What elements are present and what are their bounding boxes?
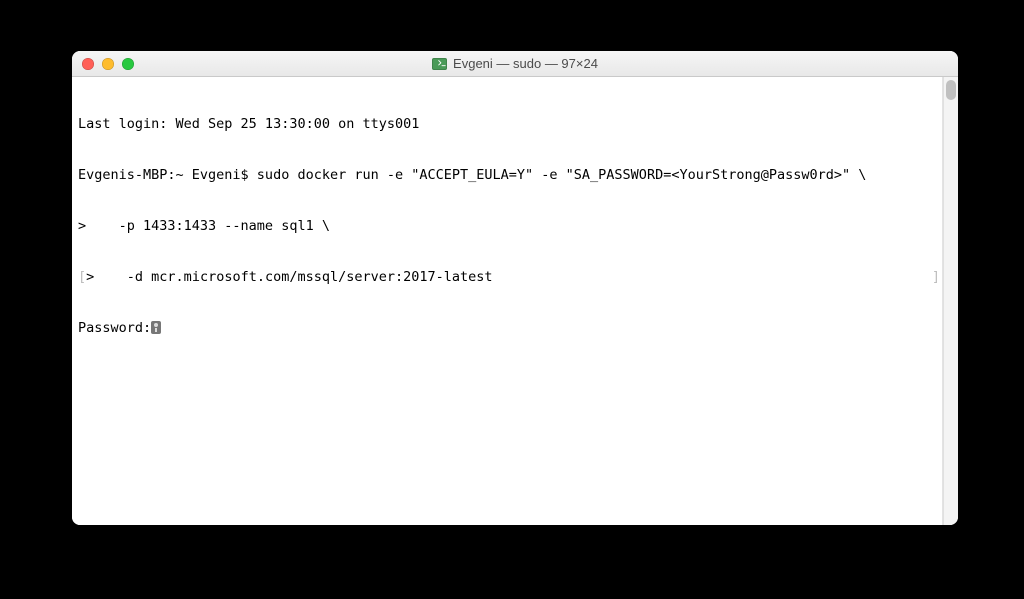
scrollbar-thumb[interactable] bbox=[946, 80, 956, 100]
window-titlebar[interactable]: Evgeni — sudo — 97×24 bbox=[72, 51, 958, 77]
terminal-app-icon bbox=[432, 58, 447, 70]
terminal-window: Evgeni — sudo — 97×24 Last login: Wed Se… bbox=[72, 51, 958, 525]
password-prompt-line: Password: bbox=[78, 320, 936, 337]
zoom-button[interactable] bbox=[122, 58, 134, 70]
terminal-line: > -p 1433:1433 --name sql1 \ bbox=[78, 218, 936, 235]
key-icon bbox=[151, 321, 161, 334]
bracket-left: [ bbox=[78, 269, 86, 285]
password-prompt-label: Password: bbox=[78, 320, 151, 336]
terminal-line: Last login: Wed Sep 25 13:30:00 on ttys0… bbox=[78, 116, 936, 133]
close-button[interactable] bbox=[82, 58, 94, 70]
vertical-scrollbar[interactable] bbox=[943, 77, 958, 525]
terminal-body[interactable]: Last login: Wed Sep 25 13:30:00 on ttys0… bbox=[72, 77, 943, 525]
terminal-line: Evgenis-MBP:~ Evgeni$ sudo docker run -e… bbox=[78, 167, 936, 184]
window-title-text: Evgeni — sudo — 97×24 bbox=[453, 56, 598, 71]
bracket-right: ] bbox=[932, 269, 940, 286]
minimize-button[interactable] bbox=[102, 58, 114, 70]
terminal-text: -d mcr.microsoft.com/mssql/server:2017-l… bbox=[94, 269, 492, 285]
terminal-line: [> -d mcr.microsoft.com/mssql/server:201… bbox=[78, 269, 936, 286]
window-title: Evgeni — sudo — 97×24 bbox=[72, 51, 958, 76]
traffic-lights bbox=[72, 58, 134, 70]
